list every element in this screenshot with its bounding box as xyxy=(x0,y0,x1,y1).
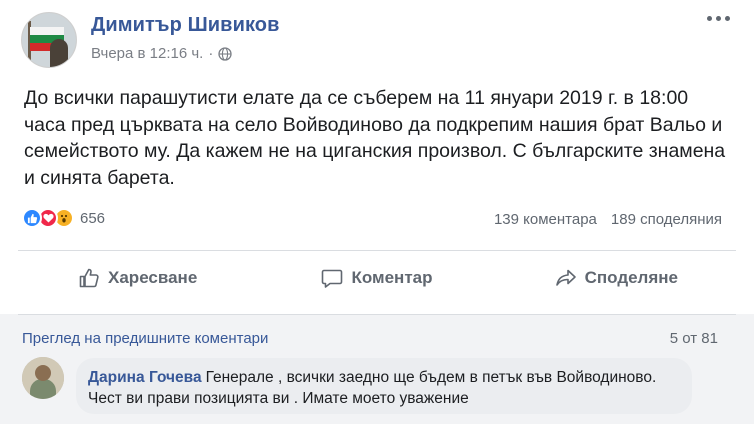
author-avatar[interactable] xyxy=(21,12,77,68)
reaction-summary[interactable]: 656 xyxy=(22,208,105,228)
comment-count[interactable]: 139 коментара xyxy=(494,211,597,228)
view-previous-comments-link[interactable]: Преглед на предишните коментари xyxy=(22,330,268,347)
like-button-label: Харесване xyxy=(108,268,198,287)
divider xyxy=(18,314,736,315)
post-meta: Вчера в 12:16 ч. · xyxy=(91,45,232,62)
divider xyxy=(18,250,736,251)
thumbs-up-icon xyxy=(78,267,100,289)
comment-bubble: Дарина Гочева Генерале , всички заедно ще… xyxy=(76,358,692,414)
comment-icon xyxy=(321,267,343,289)
post-text: До всички парашутисти елате да се събере… xyxy=(24,87,726,189)
share-count[interactable]: 189 споделяния xyxy=(611,211,722,228)
reaction-count[interactable]: 656 xyxy=(80,210,105,227)
share-icon xyxy=(555,267,577,289)
post-author-name[interactable]: Димитър Шивиков xyxy=(91,14,280,37)
comment-button-label: Коментар xyxy=(351,268,433,287)
share-button[interactable]: Споделяне xyxy=(497,252,736,304)
post-action-bar: Харесване Коментар Споделяне xyxy=(18,252,736,304)
like-icon xyxy=(22,208,42,228)
commenter-avatar[interactable] xyxy=(22,357,64,399)
facebook-post: Димитър Шивиков Вчера в 12:16 ч. · До вс… xyxy=(0,0,754,424)
share-button-label: Споделяне xyxy=(584,268,679,287)
meta-separator: · xyxy=(208,45,214,62)
globe-icon[interactable] xyxy=(218,46,232,61)
more-options-icon[interactable] xyxy=(703,10,733,26)
comment-button[interactable]: Коментар xyxy=(257,252,496,304)
post-timestamp[interactable]: Вчера в 12:16 ч. xyxy=(91,45,203,62)
post-stats: 139 коментара 189 споделяния xyxy=(494,211,722,228)
like-button[interactable]: Харесване xyxy=(18,252,257,304)
comments-counter: 5 от 81 xyxy=(669,330,718,347)
comment-author[interactable]: Дарина Гочева xyxy=(88,369,202,386)
